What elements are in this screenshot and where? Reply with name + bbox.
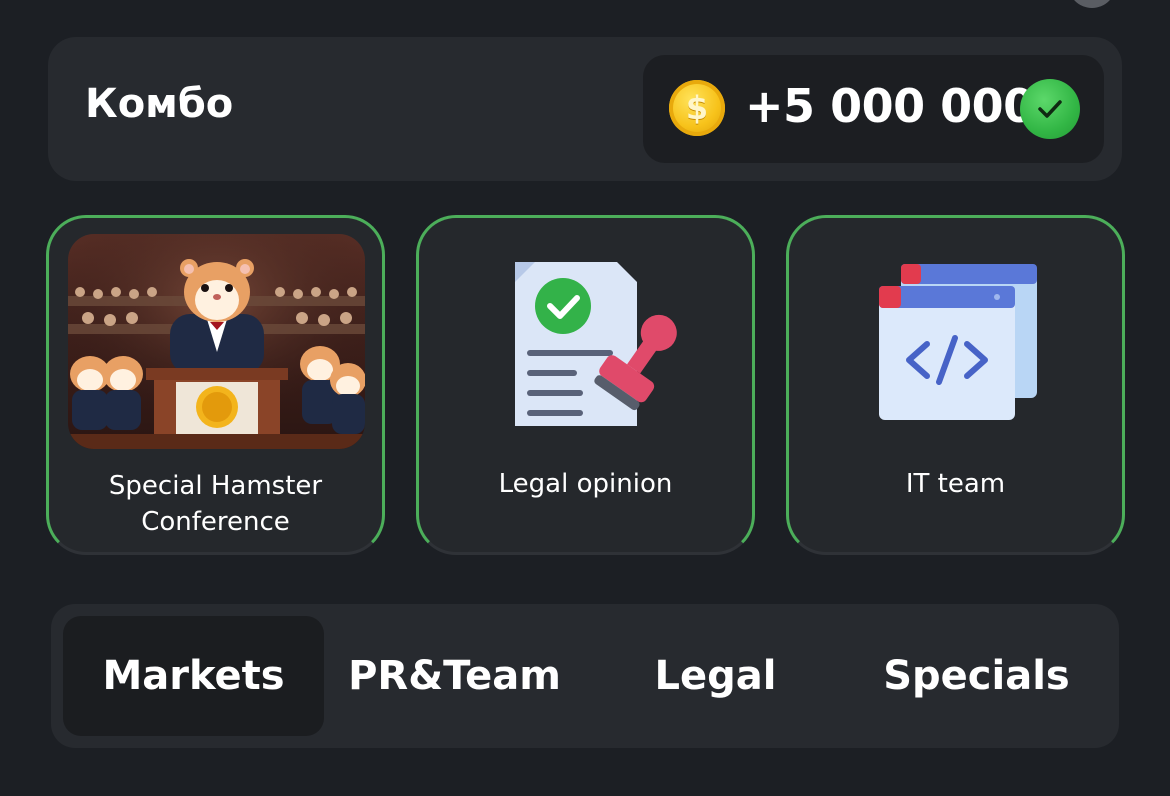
tab-legal[interactable]: Legal	[585, 616, 846, 736]
combo-reward-box: +5 000 000	[643, 55, 1104, 163]
hamster-conference-image	[68, 234, 365, 449]
combo-card-it-team[interactable]: IT team	[786, 215, 1125, 555]
card-label: Special Hamster Conference	[108, 471, 323, 537]
checkmark-icon	[1020, 79, 1080, 139]
combo-reward-amount: +5 000 000	[745, 79, 1035, 133]
tab-specials[interactable]: Specials	[846, 616, 1107, 736]
card-label: Legal opinion	[498, 469, 673, 499]
tab-pr-team[interactable]: PR&Team	[324, 616, 585, 736]
combo-title: Комбо	[85, 81, 234, 127]
combo-panel: Комбо +5 000 000	[48, 37, 1122, 181]
category-tabs: Markets PR&Team Legal Specials	[51, 604, 1119, 748]
legal-document-stamp-icon	[497, 254, 677, 438]
card-label: IT team	[905, 469, 1006, 499]
profile-avatar-partial[interactable]	[1068, 0, 1116, 8]
combo-card-special-hamster-conference[interactable]: Special Hamster Conference	[46, 215, 385, 555]
code-window-icon	[875, 258, 1045, 432]
combo-card-legal-opinion[interactable]: Legal opinion	[416, 215, 755, 555]
coin-icon	[669, 80, 725, 136]
tab-markets[interactable]: Markets	[63, 616, 324, 736]
